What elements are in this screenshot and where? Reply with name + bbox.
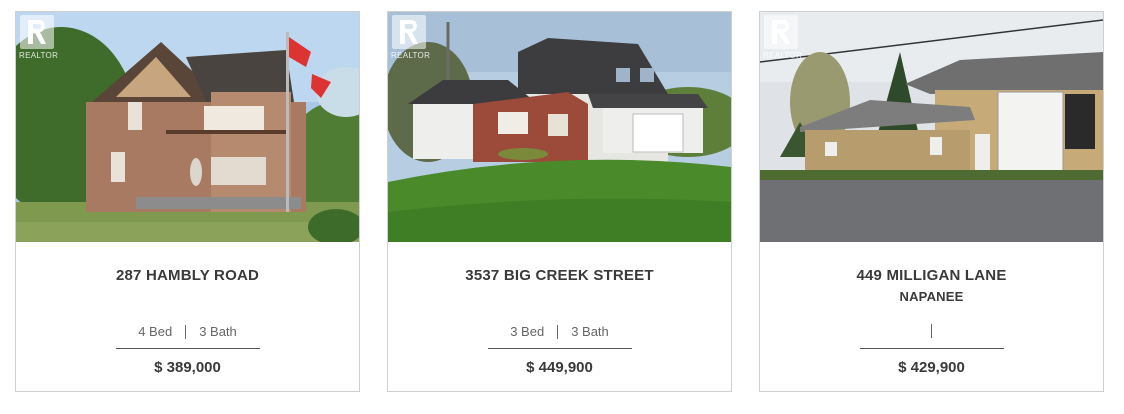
bath-count: 3 Bath [571, 324, 609, 339]
price-divider [488, 348, 632, 349]
price-divider [116, 348, 260, 349]
realtor-logo: REALTOR [391, 15, 430, 63]
listing-photo[interactable]: REALTOR [16, 12, 359, 242]
house-photo-image [760, 12, 1103, 242]
house-photo-image [16, 12, 359, 242]
listing-info: 287 HAMBLY ROAD 4 Bed 3 Bath $ 389,000 [16, 242, 359, 392]
spec-divider [185, 324, 187, 339]
bed-count: 3 Bed [510, 324, 545, 339]
listing-grid: REALTOR 287 HAMBLY ROAD 4 Bed 3 Bath $ 3… [0, 0, 1124, 414]
listing-card[interactable]: REALTOR 449 MILLIGAN LANE NAPANEE $ 429,… [759, 11, 1104, 392]
listing-photo[interactable]: REALTOR [388, 12, 731, 242]
spec-divider [931, 324, 932, 338]
listing-specs: 3 Bed 3 Bath [388, 324, 731, 339]
listing-info: 3537 BIG CREEK STREET 3 Bed 3 Bath $ 449… [388, 242, 731, 392]
bath-count: 3 Bath [199, 324, 237, 339]
listing-photo[interactable]: REALTOR [760, 12, 1103, 242]
listing-specs: 4 Bed 3 Bath [16, 324, 359, 339]
listing-address[interactable]: 449 MILLIGAN LANE [760, 267, 1103, 284]
listing-info: 449 MILLIGAN LANE NAPANEE $ 429,900 [760, 242, 1103, 392]
realtor-logo: REALTOR [19, 15, 58, 63]
listing-address[interactable]: 3537 BIG CREEK STREET [388, 267, 731, 284]
house-photo-image [388, 12, 731, 242]
bed-count: 4 Bed [138, 324, 173, 339]
listing-card[interactable]: REALTOR 287 HAMBLY ROAD 4 Bed 3 Bath $ 3… [15, 11, 360, 392]
listing-address[interactable]: 287 HAMBLY ROAD [16, 267, 359, 284]
listing-city: NAPANEE [899, 289, 964, 304]
listing-card[interactable]: REALTOR 3537 BIG CREEK STREET 3 Bed 3 Ba… [387, 11, 732, 392]
spec-divider [557, 324, 559, 339]
listing-price: $ 449,900 [526, 359, 593, 376]
price-divider [860, 348, 1004, 349]
listing-price: $ 389,000 [154, 359, 221, 376]
listing-price: $ 429,900 [898, 359, 965, 376]
realtor-logo: REALTOR [763, 15, 802, 63]
listing-specs [760, 324, 1103, 338]
